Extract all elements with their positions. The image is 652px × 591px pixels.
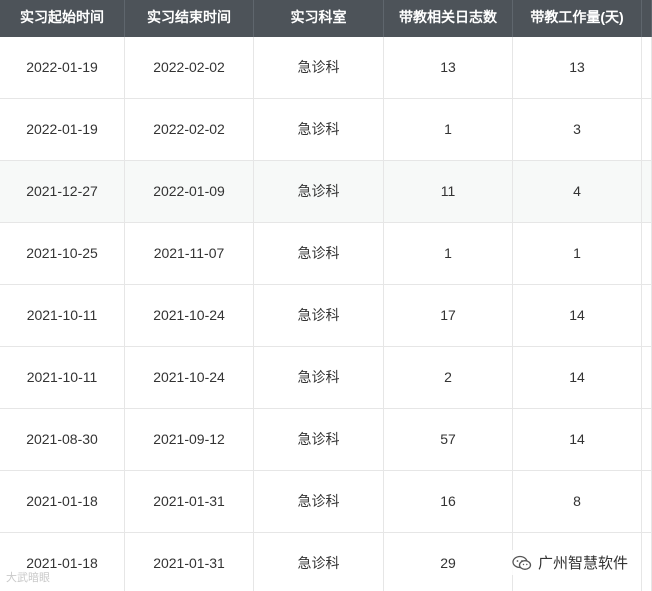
cell-department: 急诊科 — [254, 471, 384, 532]
cell-extra — [642, 37, 652, 98]
cell-extra — [642, 409, 652, 470]
cell-workload-days: 4 — [513, 161, 642, 222]
cell-extra — [642, 99, 652, 160]
cell-department: 急诊科 — [254, 223, 384, 284]
cell-log-count: 11 — [384, 161, 513, 222]
wechat-icon — [512, 555, 532, 571]
cell-end-date: 2021-01-31 — [125, 471, 254, 532]
cell-extra — [642, 471, 652, 532]
cell-workload-days: 3 — [513, 99, 642, 160]
header-workload-days[interactable]: 带教工作量(天) — [513, 0, 642, 37]
cell-workload-days: 14 — [513, 409, 642, 470]
header-extra-column — [642, 0, 652, 37]
cell-extra — [642, 223, 652, 284]
table-row[interactable]: 2021-10-11 2021-10-24 急诊科 17 14 — [0, 285, 652, 347]
cell-start-date: 2021-10-11 — [0, 347, 125, 408]
cell-workload-days: 8 — [513, 471, 642, 532]
cell-start-date: 2021-01-18 — [0, 471, 125, 532]
watermark-right: 广州智慧软件 — [507, 550, 632, 575]
cell-extra — [642, 533, 652, 591]
cell-end-date: 2022-01-09 — [125, 161, 254, 222]
cell-department: 急诊科 — [254, 99, 384, 160]
table-row[interactable]: 2022-01-19 2022-02-02 急诊科 1 3 — [0, 99, 652, 161]
cell-log-count: 17 — [384, 285, 513, 346]
watermark-right-text: 广州智慧软件 — [537, 555, 628, 572]
cell-extra — [642, 161, 652, 222]
cell-department: 急诊科 — [254, 285, 384, 346]
data-table: 实习起始时间 实习结束时间 实习科室 带教相关日志数 带教工作量(天) 2022… — [0, 0, 652, 591]
cell-log-count: 1 — [384, 99, 513, 160]
cell-workload-days: 1 — [513, 223, 642, 284]
header-log-count[interactable]: 带教相关日志数 — [384, 0, 513, 37]
cell-log-count: 57 — [384, 409, 513, 470]
cell-department: 急诊科 — [254, 161, 384, 222]
cell-log-count: 2 — [384, 347, 513, 408]
cell-extra — [642, 285, 652, 346]
cell-log-count: 16 — [384, 471, 513, 532]
table-row[interactable]: 2022-01-19 2022-02-02 急诊科 13 13 — [0, 37, 652, 99]
cell-end-date: 2021-01-31 — [125, 533, 254, 591]
cell-extra — [642, 347, 652, 408]
cell-start-date: 2021-12-27 — [0, 161, 125, 222]
table-body: 2022-01-19 2022-02-02 急诊科 13 13 2022-01-… — [0, 37, 652, 591]
cell-end-date: 2021-09-12 — [125, 409, 254, 470]
header-start-date[interactable]: 实习起始时间 — [0, 0, 125, 37]
table-row[interactable]: 2021-10-25 2021-11-07 急诊科 1 1 — [0, 223, 652, 285]
header-end-date[interactable]: 实习结束时间 — [125, 0, 254, 37]
table-row[interactable]: 2021-01-18 2021-01-31 急诊科 16 8 — [0, 471, 652, 533]
cell-end-date: 2021-11-07 — [125, 223, 254, 284]
cell-end-date: 2022-02-02 — [125, 37, 254, 98]
cell-end-date: 2022-02-02 — [125, 99, 254, 160]
cell-department: 急诊科 — [254, 533, 384, 591]
watermark-left: 大武暗眼 — [6, 572, 50, 584]
cell-start-date: 2021-08-30 — [0, 409, 125, 470]
header-department[interactable]: 实习科室 — [254, 0, 384, 37]
cell-start-date: 2022-01-19 — [0, 37, 125, 98]
cell-log-count: 1 — [384, 223, 513, 284]
cell-workload-days: 14 — [513, 285, 642, 346]
cell-start-date: 2022-01-19 — [0, 99, 125, 160]
cell-start-date: 2021-10-11 — [0, 285, 125, 346]
cell-workload-days: 13 — [513, 37, 642, 98]
cell-end-date: 2021-10-24 — [125, 285, 254, 346]
cell-end-date: 2021-10-24 — [125, 347, 254, 408]
table-header: 实习起始时间 实习结束时间 实习科室 带教相关日志数 带教工作量(天) — [0, 0, 652, 37]
table-row[interactable]: 2021-10-11 2021-10-24 急诊科 2 14 — [0, 347, 652, 409]
cell-workload-days: 14 — [513, 347, 642, 408]
cell-department: 急诊科 — [254, 347, 384, 408]
cell-department: 急诊科 — [254, 409, 384, 470]
cell-log-count: 13 — [384, 37, 513, 98]
table-row[interactable]: 2021-12-27 2022-01-09 急诊科 11 4 — [0, 161, 652, 223]
cell-log-count: 29 — [384, 533, 513, 591]
table-row[interactable]: 2021-08-30 2021-09-12 急诊科 57 14 — [0, 409, 652, 471]
cell-start-date: 2021-10-25 — [0, 223, 125, 284]
cell-department: 急诊科 — [254, 37, 384, 98]
